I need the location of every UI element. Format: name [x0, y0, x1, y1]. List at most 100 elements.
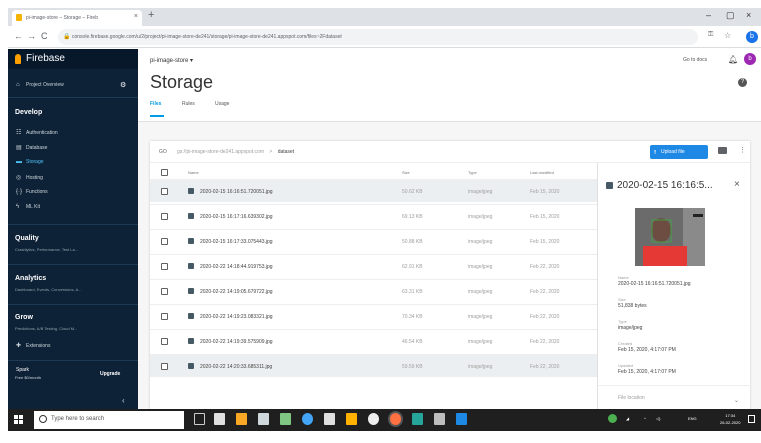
tab-rules[interactable]: Rules: [182, 101, 195, 107]
notification-center-icon[interactable]: [748, 415, 755, 423]
sidebar-item-hosting[interactable]: ◎ Hosting: [16, 174, 43, 181]
file-explorer-icon[interactable]: [236, 413, 247, 425]
upload-file-button[interactable]: ⭱ Upload file: [650, 145, 708, 159]
create-folder-icon[interactable]: [718, 147, 727, 154]
key-icon[interactable]: ⚿: [708, 31, 713, 39]
app-icon[interactable]: [346, 413, 357, 425]
app-icon[interactable]: [456, 413, 467, 425]
reload-icon[interactable]: C: [41, 31, 48, 41]
taskbar-search-field[interactable]: Type here to search: [34, 411, 184, 429]
sidebar-item-extensions[interactable]: ✚ Extensions: [16, 342, 50, 349]
table-row[interactable]: 2020-02-22 14:19:05.679722.jpg 63.31 KB im…: [150, 279, 597, 302]
file-name-cell[interactable]: 2020-02-15 16:17:16.639302.jpg: [200, 214, 273, 220]
firebase-logo-icon: [15, 54, 21, 64]
forward-icon[interactable]: →: [27, 31, 36, 41]
star-icon[interactable]: ☆: [724, 31, 731, 40]
store-icon[interactable]: [258, 413, 269, 425]
tab-files[interactable]: Files: [150, 101, 161, 107]
tab-usage[interactable]: Usage: [215, 101, 229, 107]
mail-icon[interactable]: [324, 413, 335, 425]
input-language[interactable]: ENG: [688, 416, 697, 421]
file-name-cell[interactable]: 2020-02-15 16:16:51.720051.jpg: [200, 189, 273, 195]
select-all-checkbox[interactable]: [161, 169, 168, 176]
project-selector[interactable]: pi-image-store ▾: [150, 57, 193, 64]
app-icon[interactable]: [280, 413, 291, 425]
windows-start-icon[interactable]: [14, 415, 24, 425]
table-row[interactable]: 2020-02-15 16:17:16.639302.jpg 69.13 KB im…: [150, 204, 597, 227]
file-name-cell[interactable]: 2020-02-15 16:17:33.075443.jpg: [200, 239, 273, 245]
table-row[interactable]: 2020-02-22 14:18:44.919753.jpg 62.91 KB im…: [150, 254, 597, 277]
file-name-cell[interactable]: 2020-02-22 14:20:33.685311.jpg: [200, 364, 272, 370]
chevron-up-icon[interactable]: ^: [644, 416, 646, 421]
sidebar-item-database[interactable]: ▤ Database: [16, 144, 47, 151]
table-row[interactable]: 2020-02-15 16:16:51.720051.jpg 50.62 KB im…: [150, 179, 597, 202]
column-header-name[interactable]: Name: [188, 170, 199, 175]
clock-time: 17:34: [725, 413, 736, 418]
file-name-cell[interactable]: 2020-02-22 14:19:05.679722.jpg: [200, 289, 273, 295]
chrome-icon[interactable]: [390, 413, 401, 425]
mic-icon[interactable]: [194, 413, 205, 425]
file-name-cell[interactable]: 2020-02-22 14:19:39.575909.jpg: [200, 339, 273, 345]
search-icon: [39, 415, 47, 423]
close-details-icon[interactable]: ×: [734, 179, 740, 190]
browser-profile-icon[interactable]: b: [746, 31, 758, 43]
table-row[interactable]: 2020-02-22 14:19:39.575909.jpg 46.54 KB im…: [150, 329, 597, 352]
app-icon[interactable]: [412, 413, 423, 425]
sidebar-item-ml-kit[interactable]: ϟ ML Kit: [16, 204, 40, 210]
edge-icon[interactable]: [302, 413, 313, 425]
file-name-cell[interactable]: 2020-02-22 14:19:23.083321.jpg: [200, 314, 273, 320]
browser-tab[interactable]: pi-image-store – Storage – Fireb ×: [12, 10, 142, 26]
sidebar-section-analytics[interactable]: Analytics: [15, 275, 46, 282]
tray-app-icon[interactable]: [608, 414, 617, 423]
row-checkbox[interactable]: [161, 213, 168, 220]
task-view-icon[interactable]: [214, 413, 225, 425]
row-checkbox[interactable]: [161, 238, 168, 245]
new-tab-button[interactable]: +: [148, 9, 154, 21]
image-preview[interactable]: [635, 208, 705, 266]
photos-icon[interactable]: [434, 413, 445, 425]
account-avatar[interactable]: b: [744, 53, 756, 65]
file-name-cell[interactable]: 2020-02-22 14:18:44.919753.jpg: [200, 264, 273, 270]
upgrade-button[interactable]: Upgrade: [100, 371, 120, 377]
table-row[interactable]: 2020-02-15 16:17:33.075443.jpg 50.88 KB im…: [150, 229, 597, 252]
volume-icon[interactable]: ◁): [656, 416, 660, 421]
column-header-type[interactable]: Type: [468, 170, 477, 175]
path-toolbar: GO gs://pi-image-store-de241.appspot.com…: [150, 141, 750, 163]
url-field[interactable]: 🔒 console.firebase.google.com/u/2/projec…: [58, 29, 698, 45]
breadcrumb-folder[interactable]: dataset: [278, 149, 294, 155]
row-checkbox[interactable]: [161, 263, 168, 270]
minimize-button[interactable]: –: [706, 10, 711, 20]
sidebar-item-authentication[interactable]: ☷ Authentication: [16, 129, 58, 136]
table-row[interactable]: 2020-02-22 14:19:23.083321.jpg 70.34 KB im…: [150, 304, 597, 327]
more-options-icon[interactable]: ⋮: [739, 146, 746, 154]
breadcrumb-bucket[interactable]: gs://pi-image-store-de241.appspot.com: [177, 149, 264, 155]
maximize-button[interactable]: ▢: [726, 10, 735, 21]
row-checkbox[interactable]: [161, 188, 168, 195]
link-icon[interactable]: GO: [159, 149, 167, 155]
row-checkbox[interactable]: [161, 363, 168, 370]
row-checkbox[interactable]: [161, 288, 168, 295]
network-icon[interactable]: ◢: [626, 416, 629, 421]
sidebar-item-storage[interactable]: ▬ Storage: [16, 159, 44, 165]
taskbar-clock[interactable]: 17:34 26-02-2020: [720, 412, 740, 426]
settings-gear-icon[interactable]: ⚙: [120, 81, 126, 89]
chevron-down-icon[interactable]: ⌄: [734, 397, 739, 404]
help-icon[interactable]: ?: [738, 78, 747, 87]
project-overview-link[interactable]: ⌂ Project Overview: [16, 82, 64, 88]
row-checkbox[interactable]: [161, 338, 168, 345]
notifications-bell-icon[interactable]: 🔔︎: [728, 55, 738, 64]
back-icon[interactable]: ←: [14, 31, 23, 41]
sidebar-section-quality[interactable]: Quality: [15, 235, 39, 242]
row-checkbox[interactable]: [161, 313, 168, 320]
column-header-last-modified[interactable]: Last modified: [530, 170, 554, 175]
settings-icon[interactable]: [368, 413, 379, 425]
window-close-button[interactable]: ×: [746, 10, 751, 20]
file-location-toggle[interactable]: File location: [618, 395, 645, 401]
sidebar-item-functions[interactable]: {·} Functions: [16, 189, 48, 195]
collapse-sidebar-icon[interactable]: ‹: [122, 396, 125, 405]
column-header-size[interactable]: Size: [402, 170, 410, 175]
table-row[interactable]: 2020-02-22 14:20:33.685311.jpg 59.59 KB im…: [150, 354, 597, 377]
tab-close-icon[interactable]: ×: [134, 13, 138, 20]
go-to-docs-link[interactable]: Go to docs: [683, 57, 707, 63]
sidebar-section-grow[interactable]: Grow: [15, 314, 33, 321]
